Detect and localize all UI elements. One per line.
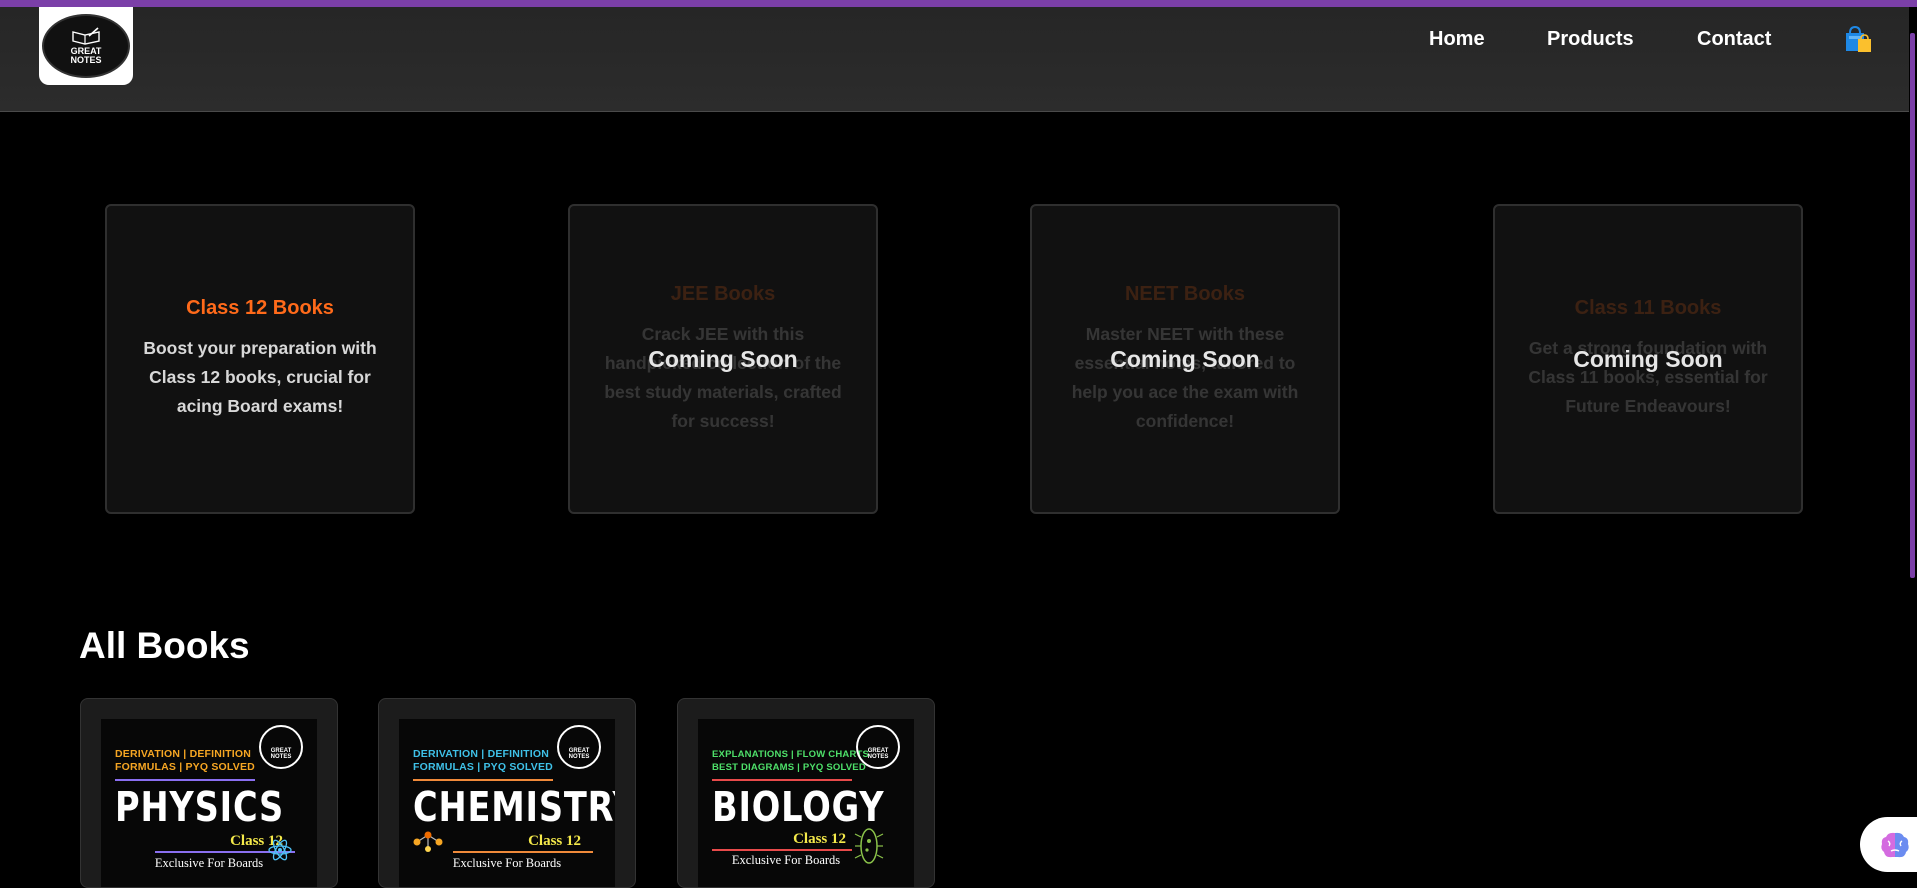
nav-home-link[interactable]: Home bbox=[1429, 28, 1485, 51]
coming-soon-label: Coming Soon bbox=[648, 345, 798, 372]
divider bbox=[413, 779, 553, 781]
book-tags: DERIVATION | DEFINITION FORMULAS | PYQ S… bbox=[413, 748, 553, 774]
book-class: Class 12 bbox=[793, 831, 846, 847]
divider bbox=[712, 779, 852, 781]
book-tags-line1: DERIVATION | DEFINITION bbox=[413, 748, 550, 760]
book-card-biology[interactable]: EXPLANATIONS | FLOW CHARTS BEST DIAGRAMS… bbox=[677, 698, 935, 888]
coming-soon-label: Coming Soon bbox=[1110, 345, 1260, 372]
book-tags-line2: BEST DIAGRAMS | PYQ SOLVED bbox=[712, 762, 866, 773]
cart-button[interactable] bbox=[1843, 25, 1873, 53]
book-cover[interactable]: EXPLANATIONS | FLOW CHARTS BEST DIAGRAMS… bbox=[698, 719, 914, 887]
coming-soon-label: Coming Soon bbox=[1573, 345, 1723, 372]
badge-text: NOTES bbox=[867, 754, 889, 760]
book-tags-line2: FORMULAS | PYQ SOLVED bbox=[413, 761, 553, 773]
category-card-class12[interactable]: Class 12 Books Boost your preparation wi… bbox=[105, 204, 415, 514]
divider bbox=[115, 779, 255, 781]
scrollbar-thumb[interactable] bbox=[1910, 33, 1915, 578]
book-card-chemistry[interactable]: DERIVATION | DEFINITION FORMULAS | PYQ S… bbox=[378, 698, 636, 888]
bacteria-icon bbox=[854, 828, 884, 864]
book-tags-line1: EXPLANATIONS | FLOW CHARTS bbox=[712, 749, 870, 760]
book-tags: DERIVATION | DEFINITION FORMULAS | PYQ S… bbox=[115, 748, 255, 774]
book-class: Class 12 bbox=[528, 833, 581, 849]
all-books-heading: All Books bbox=[79, 625, 250, 666]
site-header: GREAT NOTES Home Products Contact bbox=[0, 7, 1917, 112]
category-description: Boost your preparation with Class 12 boo… bbox=[143, 338, 377, 416]
atom-icon bbox=[268, 839, 292, 861]
book-cover[interactable]: DERIVATION | DEFINITION FORMULAS | PYQ S… bbox=[101, 719, 317, 887]
logo-text-notes: NOTES bbox=[70, 55, 102, 65]
book-tagline: Exclusive For Boards bbox=[452, 856, 562, 870]
category-title: Class 12 Books bbox=[186, 297, 334, 319]
shopping-bag-icon bbox=[1846, 25, 1871, 52]
molecule-icon bbox=[413, 831, 443, 852]
category-card-jee: JEE Books Crack JEE with this handpicked… bbox=[568, 204, 878, 514]
category-card-class11: Class 11 Books Get a strong foundation w… bbox=[1493, 204, 1803, 514]
divider bbox=[712, 849, 852, 851]
book-tags-line2: FORMULAS | PYQ SOLVED bbox=[115, 761, 255, 773]
logo-badge: GREAT NOTES bbox=[42, 14, 130, 78]
divider bbox=[453, 851, 593, 853]
site-logo[interactable]: GREAT NOTES bbox=[39, 7, 133, 85]
book-cover[interactable]: DERIVATION | DEFINITION FORMULAS | PYQ S… bbox=[399, 719, 615, 887]
great-notes-badge: GREAT NOTES bbox=[557, 725, 601, 769]
book-tags: EXPLANATIONS | FLOW CHARTS BEST DIAGRAMS… bbox=[712, 748, 869, 774]
book-tags-line1: DERIVATION | DEFINITION bbox=[115, 748, 252, 760]
book-card-physics[interactable]: DERIVATION | DEFINITION FORMULAS | PYQ S… bbox=[80, 698, 338, 888]
great-notes-badge: GREAT NOTES bbox=[856, 725, 900, 769]
brain-icon bbox=[1881, 832, 1909, 857]
nav-contact-link[interactable]: Contact bbox=[1697, 28, 1771, 51]
nav-products-link[interactable]: Products bbox=[1547, 28, 1634, 51]
badge-text: NOTES bbox=[568, 754, 590, 760]
book-subject: CHEMISTRY bbox=[413, 783, 615, 831]
book-subject: PHYSICS bbox=[115, 783, 285, 831]
category-card-neet: NEET Books Master NEET with these essent… bbox=[1030, 204, 1340, 514]
assistant-widget-button[interactable] bbox=[1860, 817, 1917, 872]
great-notes-badge: GREAT NOTES bbox=[259, 725, 303, 769]
badge-text: NOTES bbox=[270, 754, 292, 760]
top-accent-bar bbox=[0, 0, 1917, 7]
book-pen-icon bbox=[72, 27, 100, 45]
